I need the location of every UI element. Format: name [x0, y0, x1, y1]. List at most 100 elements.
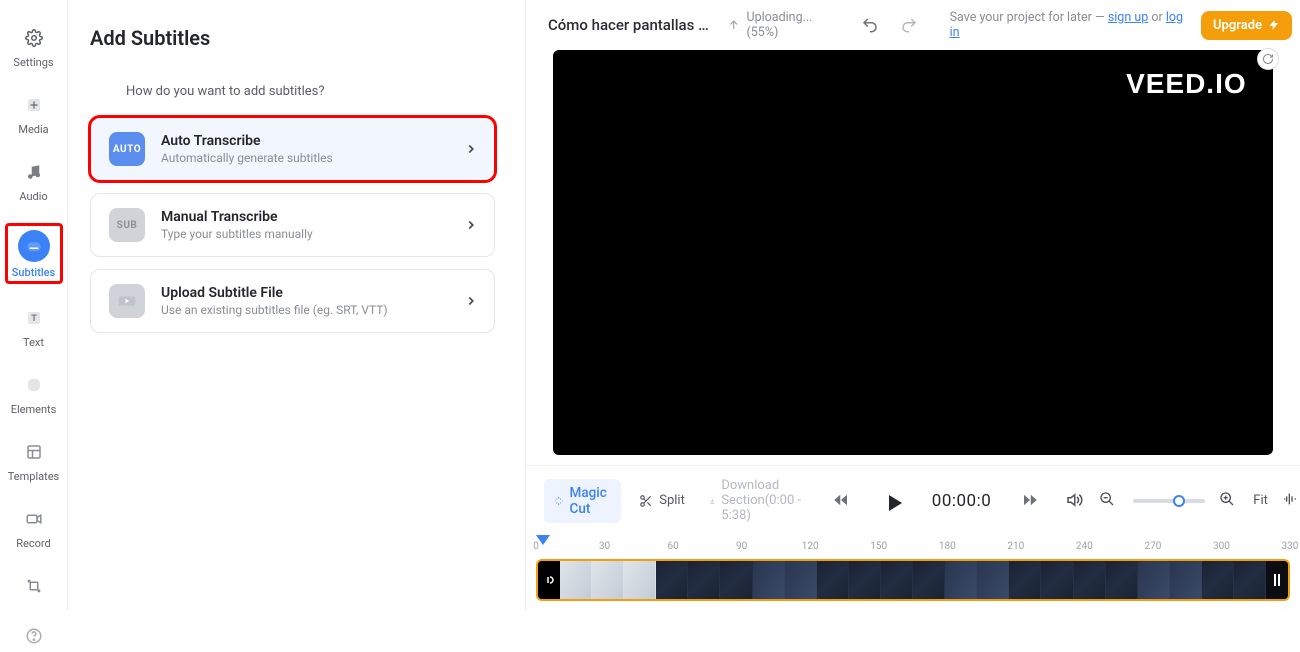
option-upload-subtitle-file[interactable]: Upload Subtitle File Use an existing sub… — [90, 269, 495, 333]
option-title: Upload Subtitle File — [161, 285, 448, 301]
resize-icon — [20, 572, 48, 600]
download-section-button[interactable]: Download Section(0:00 - 5:38) — [703, 474, 808, 527]
play-button[interactable] — [882, 491, 902, 511]
zoom-slider[interactable] — [1133, 499, 1205, 503]
video-preview[interactable]: VEED.IO — [553, 50, 1272, 455]
upload-icon — [727, 18, 740, 32]
clip-thumbnail — [1234, 561, 1266, 599]
clip-thumbnail — [624, 561, 656, 599]
ruler-tick: 240 — [1076, 541, 1093, 552]
download-icon — [709, 494, 715, 508]
ruler-tick: 150 — [870, 541, 887, 552]
sidebar-label: Media — [18, 123, 48, 136]
video-track[interactable] — [536, 559, 1290, 601]
file-badge-icon — [109, 284, 145, 318]
sidebar-item-audio[interactable]: Audio — [5, 156, 63, 205]
video-preview-area: VEED.IO — [526, 50, 1300, 465]
clip-thumbnail — [1074, 561, 1106, 599]
clip-thumbnail — [817, 561, 849, 599]
sidebar-item-subtitles[interactable]: Subtitles — [5, 223, 63, 284]
clip-thumbnail — [945, 561, 977, 599]
refresh-icon[interactable] — [1257, 48, 1279, 70]
clip-thumbnail — [785, 561, 817, 599]
sidebar-item-settings[interactable]: Settings — [5, 22, 63, 71]
clip-thumbnail — [656, 561, 688, 599]
subtitles-panel: Add Subtitles How do you want to add sub… — [68, 0, 526, 611]
sparkle-icon — [554, 494, 564, 508]
left-sidebar: Settings Media Audio Subtitles T Text — [0, 0, 68, 611]
sidebar-item-help[interactable] — [5, 620, 63, 652]
ruler-tick: 120 — [802, 541, 819, 552]
ruler-tick: 90 — [736, 541, 747, 552]
split-button[interactable]: Split — [633, 489, 691, 512]
magic-cut-button[interactable]: Magic Cut — [544, 479, 621, 523]
sidebar-label: Record — [16, 537, 50, 550]
zoom-out-button[interactable] — [1099, 491, 1119, 511]
ruler-tick: 210 — [1007, 541, 1024, 552]
chevron-right-icon — [464, 218, 478, 232]
zoom-in-button[interactable] — [1219, 491, 1239, 511]
option-title: Manual Transcribe — [161, 209, 448, 225]
save-prompt: Save your project for later — sign up or… — [950, 10, 1187, 40]
brand-watermark: VEED.IO — [1126, 68, 1247, 100]
clip-thumbnail — [592, 561, 624, 599]
bolt-icon — [1268, 19, 1280, 31]
sidebar-item-media[interactable]: Media — [5, 89, 63, 138]
skip-forward-button[interactable] — [1021, 491, 1041, 511]
project-title[interactable]: Cómo hacer pantallas fi... — [548, 16, 713, 34]
volume-button[interactable] — [1065, 491, 1085, 511]
music-note-icon — [20, 158, 48, 186]
timecode: 00:00:0 — [932, 491, 992, 511]
option-desc: Use an existing subtitles file (eg. SRT,… — [161, 303, 448, 317]
clip-thumbnail — [1138, 561, 1170, 599]
panel-question: How do you want to add subtitles? — [126, 84, 495, 99]
upload-status-text: Uploading... (55%) — [746, 10, 843, 40]
redo-button[interactable] — [897, 12, 922, 38]
upgrade-button[interactable]: Upgrade — [1201, 11, 1292, 40]
option-desc: Type your subtitles manually — [161, 227, 448, 241]
fit-button[interactable]: Fit — [1253, 493, 1268, 508]
clip-thumbnail — [1009, 561, 1041, 599]
svg-text:T: T — [31, 314, 37, 324]
ruler-tick: 180 — [939, 541, 956, 552]
plus-icon — [20, 91, 48, 119]
sidebar-item-text[interactable]: T Text — [5, 302, 63, 351]
sidebar-label: Templates — [8, 470, 59, 483]
bottom-toolbar: Magic Cut Split Download Section(0:00 - … — [526, 465, 1300, 535]
layout-icon — [20, 438, 48, 466]
sidebar-item-templates[interactable]: Templates — [5, 436, 63, 485]
clip-thumbnail — [688, 561, 720, 599]
skip-back-button[interactable] — [832, 491, 852, 511]
ruler-tick: 300 — [1213, 541, 1230, 552]
option-auto-transcribe[interactable]: AUTO Auto Transcribe Automatically gener… — [90, 117, 495, 181]
chevron-right-icon — [464, 142, 478, 156]
playback-controls: 00:00:0 — [832, 491, 1042, 511]
sub-badge-icon: SUB — [109, 208, 145, 242]
option-title: Auto Transcribe — [161, 133, 448, 149]
signup-link[interactable]: sign up — [1108, 10, 1148, 25]
or-text: or — [1151, 10, 1162, 25]
magic-cut-label: Magic Cut — [570, 485, 612, 517]
sidebar-label: Text — [23, 336, 44, 349]
sidebar-item-record[interactable]: Record — [5, 503, 63, 552]
sidebar-label: Settings — [13, 56, 53, 69]
upgrade-label: Upgrade — [1213, 18, 1262, 33]
text-icon: T — [20, 304, 48, 332]
track-handle-left[interactable] — [538, 561, 560, 599]
clip-thumbnail — [1170, 561, 1202, 599]
timeline[interactable]: 0306090120150180210240270300330 — [526, 535, 1300, 611]
ruler-tick: 60 — [667, 541, 678, 552]
waveform-button[interactable] — [1282, 491, 1300, 511]
scissors-icon — [639, 494, 653, 508]
sidebar-item-resize[interactable] — [5, 570, 63, 602]
option-manual-transcribe[interactable]: SUB Manual Transcribe Type your subtitle… — [90, 193, 495, 257]
ruler-tick: 0 — [533, 541, 539, 552]
video-clip[interactable] — [560, 561, 1266, 599]
download-section-label: Download Section(0:00 - 5:38) — [721, 478, 801, 523]
sidebar-item-elements[interactable]: Elements — [5, 369, 63, 418]
track-handle-right[interactable] — [1266, 561, 1288, 599]
clip-thumbnail — [881, 561, 913, 599]
undo-button[interactable] — [858, 12, 883, 38]
help-icon — [20, 622, 48, 650]
split-label: Split — [659, 493, 685, 508]
